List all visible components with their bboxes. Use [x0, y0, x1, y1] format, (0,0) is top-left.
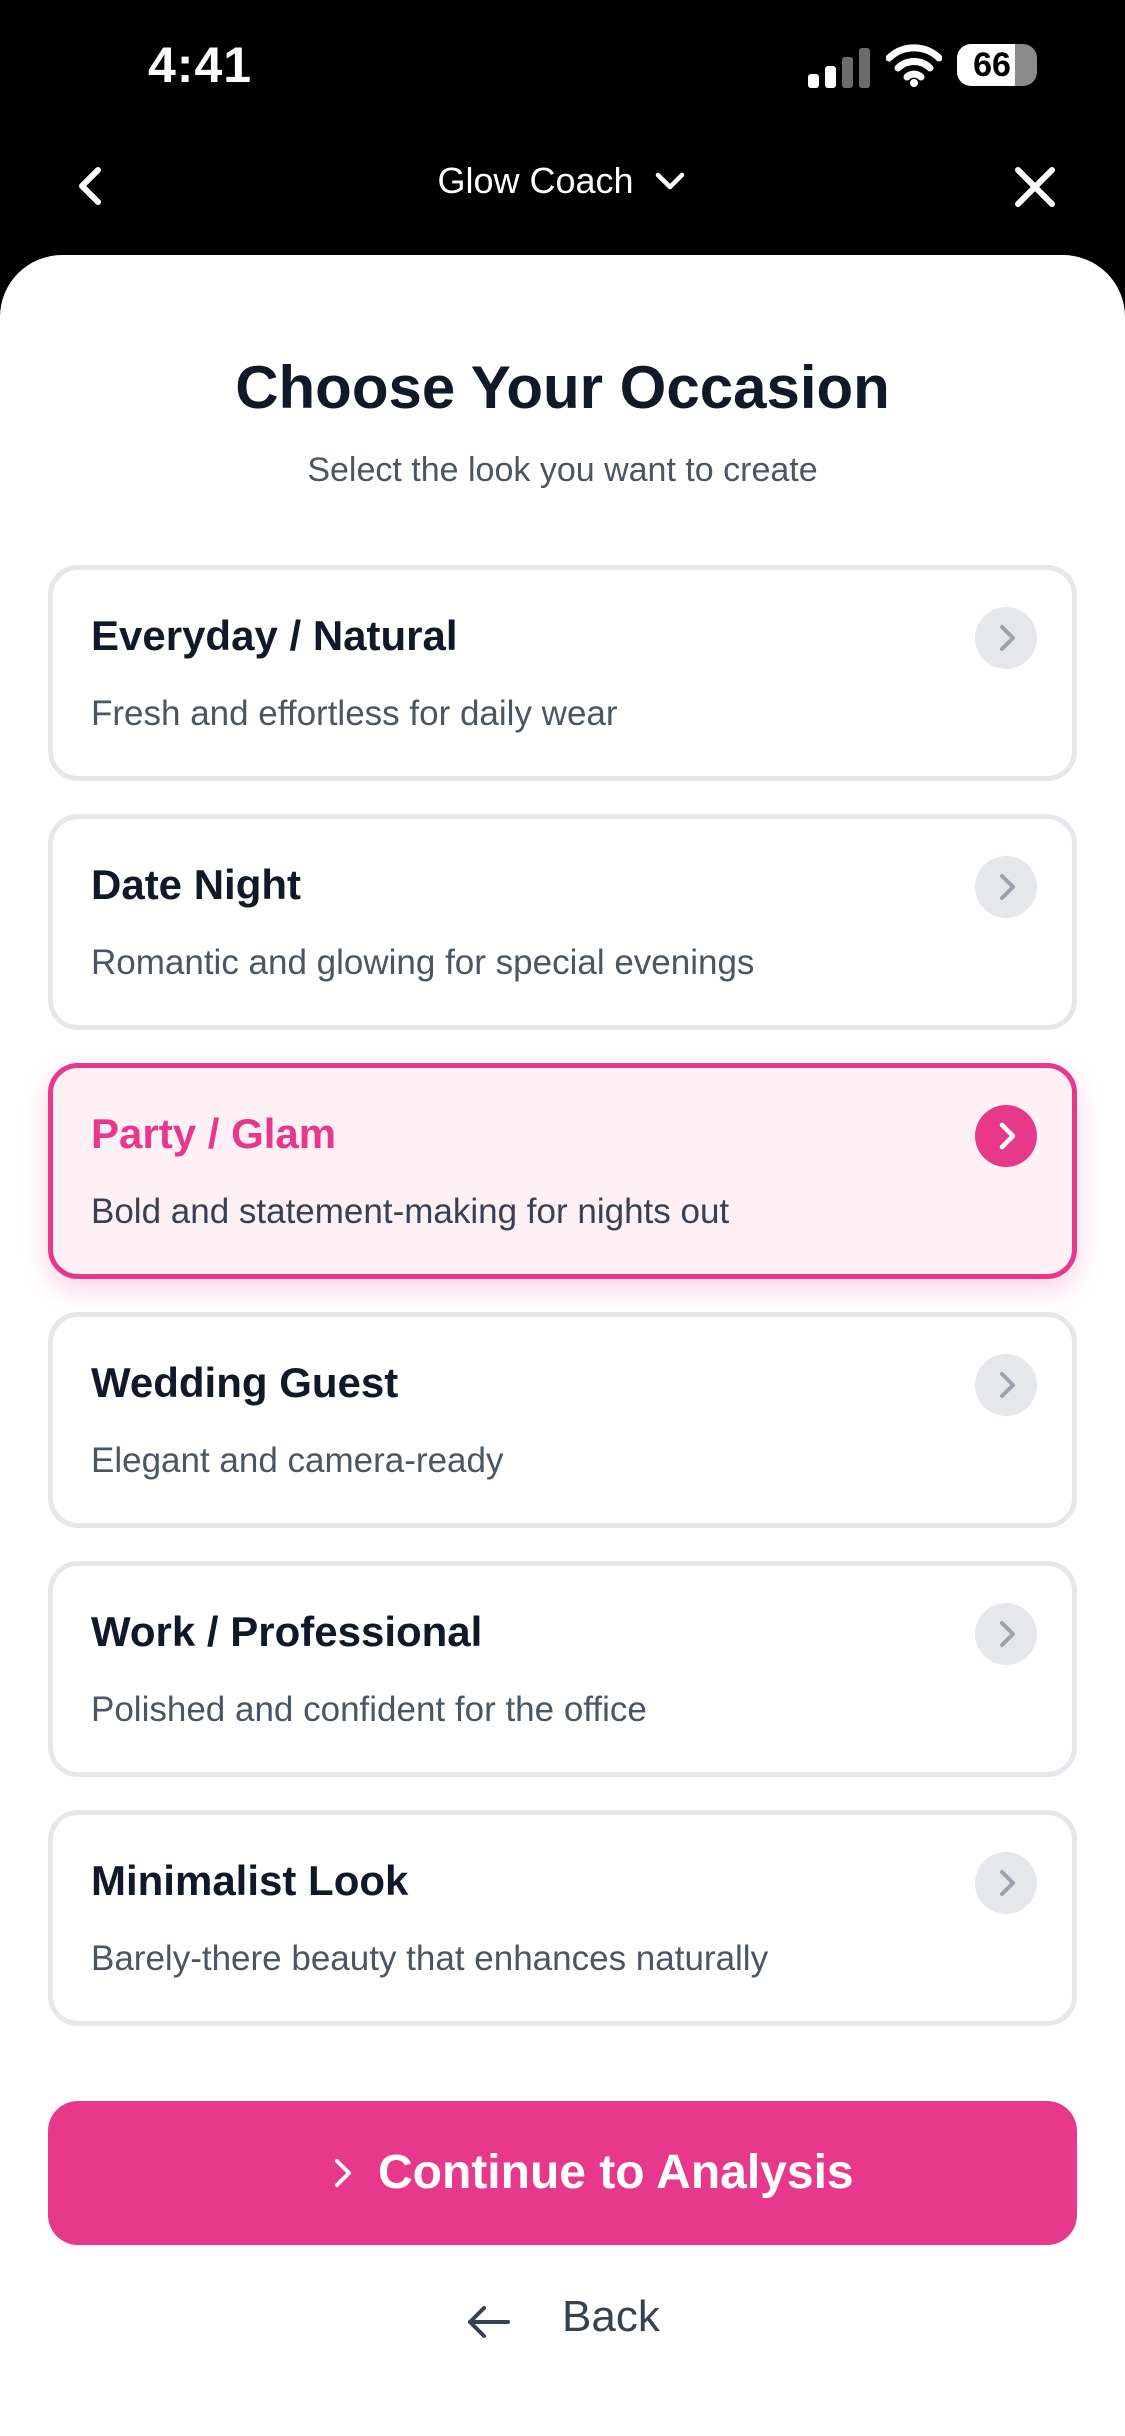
- option-wedding-guest[interactable]: Wedding Guest Elegant and camera-ready: [48, 1312, 1077, 1528]
- close-icon[interactable]: [1004, 156, 1066, 218]
- option-title: Work / Professional: [91, 1608, 483, 1655]
- navigation-bar: Glow Coach: [0, 130, 1125, 250]
- status-time: 4:41: [148, 37, 253, 93]
- cellular-signal-icon: [808, 48, 870, 88]
- chevron-right-icon: [975, 1603, 1037, 1665]
- option-title: Date Night: [91, 861, 301, 908]
- option-description: Polished and confident for the office: [91, 1690, 647, 1729]
- option-description: Romantic and glowing for special evening…: [91, 943, 755, 982]
- option-description: Elegant and camera-ready: [91, 1441, 504, 1480]
- option-description: Fresh and effortless for daily wear: [91, 694, 618, 733]
- option-title: Everyday / Natural: [91, 612, 458, 659]
- continue-button[interactable]: Continue to Analysis: [48, 2101, 1077, 2245]
- chevron-down-icon: [655, 172, 684, 190]
- wifi-icon: [886, 44, 942, 87]
- continue-button-label: Continue to Analysis: [378, 2146, 854, 2199]
- nav-title: Glow Coach: [437, 160, 634, 201]
- option-description: Bold and statement-making for nights out: [91, 1192, 730, 1231]
- option-minimalist-look[interactable]: Minimalist Look Barely-there beauty that…: [48, 1810, 1077, 2026]
- occasion-sheet: Choose Your Occasion Select the look you…: [0, 255, 1125, 2436]
- battery-indicator: 66: [957, 44, 1037, 88]
- option-work-professional[interactable]: Work / Professional Polished and confide…: [48, 1561, 1077, 1777]
- chevron-right-icon: [975, 1852, 1037, 1914]
- back-button-label: Back: [562, 2292, 660, 2341]
- option-everyday-natural[interactable]: Everyday / Natural Fresh and effortless …: [48, 565, 1077, 781]
- chevron-right-icon: [975, 1105, 1037, 1167]
- battery-level: 66: [973, 46, 1011, 84]
- chevron-right-icon: [975, 1354, 1037, 1416]
- back-button[interactable]: Back: [462, 2280, 682, 2360]
- chevron-right-icon: [975, 607, 1037, 669]
- arrow-left-icon: [468, 2306, 510, 2338]
- chevron-right-icon: [975, 856, 1037, 918]
- option-date-night[interactable]: Date Night Romantic and glowing for spec…: [48, 814, 1077, 1030]
- nav-title-dropdown[interactable]: Glow Coach: [0, 160, 1125, 202]
- option-party-glam[interactable]: Party / Glam Bold and statement-making f…: [48, 1063, 1077, 1279]
- option-title: Minimalist Look: [91, 1857, 409, 1904]
- option-description: Barely-there beauty that enhances natura…: [91, 1939, 769, 1978]
- option-title: Party / Glam: [91, 1110, 337, 1157]
- page-title: Choose Your Occasion: [235, 354, 890, 421]
- battery-nub: [1030, 57, 1036, 73]
- chevron-right-icon: [335, 2159, 351, 2187]
- page-subtitle: Select the look you want to create: [307, 451, 818, 489]
- option-title: Wedding Guest: [91, 1359, 399, 1406]
- status-bar: 4:41 66: [0, 0, 1125, 130]
